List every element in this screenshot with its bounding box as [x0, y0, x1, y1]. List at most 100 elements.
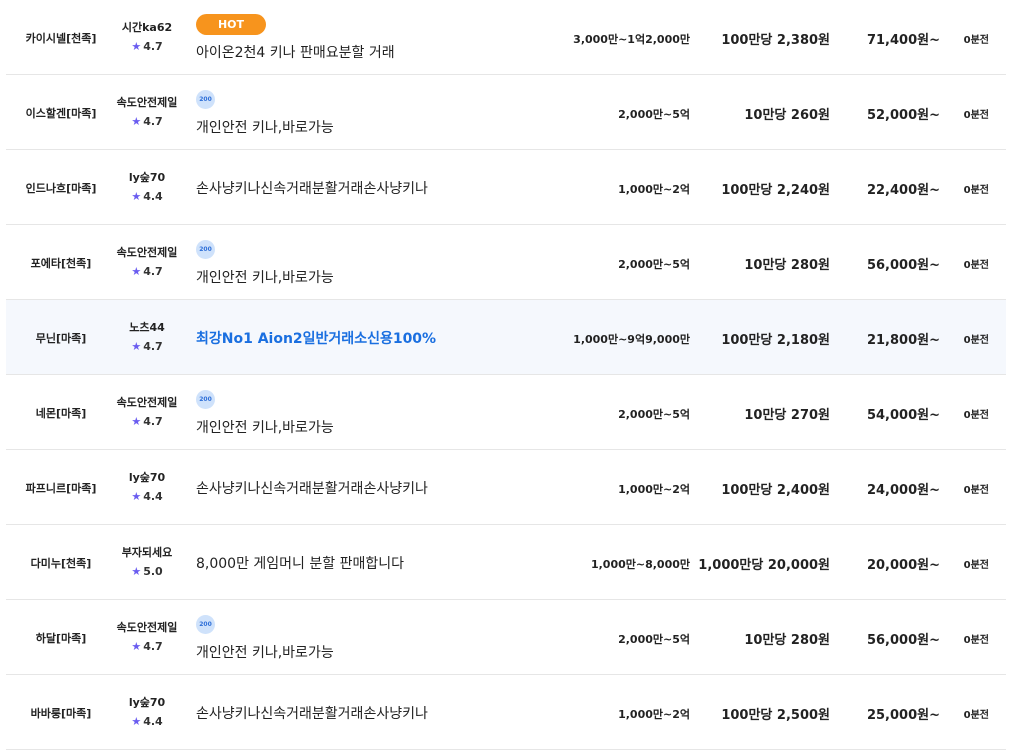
listing-row[interactable]: 바바룽[마족] ly숲70 ★ 4.4 손사냥키나신속거래분활거래손사냥키나 1,… — [6, 675, 1006, 750]
posted-time: 0분전 — [963, 560, 989, 571]
min-price: 52,000원~ — [866, 108, 940, 123]
seller-rating: ★ 4.4 — [104, 190, 190, 203]
min-price: 54,000원~ — [866, 408, 940, 423]
seller-name[interactable]: 부자되세요 — [104, 544, 190, 560]
server-name: 포에타[천족] — [30, 257, 92, 270]
rating-value: 4.4 — [143, 490, 163, 503]
seller-info[interactable]: 속도안전제일 ★ 4.7 — [104, 619, 190, 653]
unit-price: 100만당 2,240원 — [721, 183, 830, 198]
listing-title[interactable]: 최강No1 Aion2일반거래소신용100% — [196, 328, 436, 348]
min-price: 21,800원~ — [866, 333, 940, 348]
listing-row[interactable]: 파프니르[마족] ly숲70 ★ 4.4 손사냥키나신속거래분활거래손사냥키나 1… — [6, 450, 1006, 525]
rating-value: 4.4 — [143, 190, 163, 203]
star-icon: ★ — [131, 115, 142, 128]
posted-time: 0분전 — [963, 485, 989, 496]
server-name: 다미누[천족] — [30, 557, 92, 570]
seller-rating: ★ 4.7 — [104, 340, 190, 353]
seller-info[interactable]: 속도안전제일 ★ 4.7 — [104, 94, 190, 128]
trade-range: 3,000만~1억2,000만 — [573, 33, 690, 46]
listing-row[interactable]: 카이시넬[천족] 시간ka62 ★ 4.7 HOT 아이온2천4 키나 판매요분할… — [6, 0, 1006, 75]
listing-title[interactable]: 아이온2천4 키나 판매요분할 거래 — [196, 42, 395, 62]
server-name: 바바룽[마족] — [30, 707, 92, 720]
seller-info[interactable]: ly숲70 ★ 4.4 — [104, 694, 190, 728]
posted-time: 0분전 — [963, 635, 989, 646]
rating-value: 4.7 — [143, 340, 163, 353]
seller-name[interactable]: 속도안전제일 — [104, 394, 190, 410]
seller-info[interactable]: ly숲70 ★ 4.4 — [104, 469, 190, 503]
star-icon: ★ — [131, 265, 142, 278]
trade-range: 1,000만~2억 — [618, 708, 690, 721]
seller-name[interactable]: ly숲70 — [104, 169, 190, 185]
unit-price: 10만당 280원 — [744, 633, 830, 648]
hot-badge: HOT — [196, 14, 266, 35]
listing-row[interactable]: 인드나흐[마족] ly숲70 ★ 4.4 손사냥키나신속거래분활거래손사냥키나 1… — [6, 150, 1006, 225]
posted-time: 0분전 — [963, 710, 989, 721]
listing-row[interactable]: 하달[마족] 속도안전제일 ★ 4.7 200 개인안전 키나,바로가능 2,00… — [6, 600, 1006, 675]
trade-range: 1,000만~8,000만 — [590, 558, 690, 571]
star-icon: ★ — [131, 40, 142, 53]
star-icon: ★ — [131, 715, 142, 728]
listing-title[interactable]: 손사냥키나신속거래분활거래손사냥키나 — [196, 178, 428, 198]
trade-range: 2,000만~5억 — [618, 258, 690, 271]
seller-info[interactable]: 부자되세요 ★ 5.0 — [104, 544, 190, 578]
seller-name[interactable]: ly숲70 — [104, 469, 190, 485]
seller-rating: ★ 4.7 — [104, 40, 190, 53]
trade-range: 2,000만~5억 — [618, 108, 690, 121]
star-icon: ★ — [131, 340, 142, 353]
min-price: 56,000원~ — [866, 633, 940, 648]
rating-value: 4.4 — [143, 715, 163, 728]
seller-rating: ★ 4.7 — [104, 115, 190, 128]
min-price: 25,000원~ — [866, 708, 940, 723]
seller-rating: ★ 4.7 — [104, 640, 190, 653]
server-name: 하달[마족] — [35, 632, 87, 645]
rating-value: 4.7 — [143, 640, 163, 653]
server-name: 파프니르[마족] — [25, 482, 97, 495]
seller-info[interactable]: ly숲70 ★ 4.4 — [104, 169, 190, 203]
listing-title[interactable]: 개인안전 키나,바로가능 — [196, 117, 334, 137]
posted-time: 0분전 — [963, 260, 989, 271]
posted-time: 0분전 — [963, 185, 989, 196]
trade-range: 2,000만~5억 — [618, 633, 690, 646]
seller-info[interactable]: 속도안전제일 ★ 4.7 — [104, 244, 190, 278]
seller-info[interactable]: 노츠44 ★ 4.7 — [104, 319, 190, 353]
server-name: 네몬[마족] — [35, 407, 87, 420]
star-icon: ★ — [131, 565, 142, 578]
star-icon: ★ — [131, 415, 142, 428]
rating-value: 4.7 — [143, 265, 163, 278]
unit-price: 100만당 2,500원 — [721, 708, 830, 723]
listing-title[interactable]: 손사냥키나신속거래분활거래손사냥키나 — [196, 478, 428, 498]
trade-range: 2,000만~5억 — [618, 408, 690, 421]
listing-row[interactable]: 포에타[천족] 속도안전제일 ★ 4.7 200 개인안전 키나,바로가능 2,0… — [6, 225, 1006, 300]
seller-name[interactable]: 속도안전제일 — [104, 619, 190, 635]
listing-row[interactable]: 무닌[마족] 노츠44 ★ 4.7 최강No1 Aion2일반거래소신용100% … — [6, 300, 1006, 375]
star-icon: ★ — [131, 190, 142, 203]
rating-value: 4.7 — [143, 415, 163, 428]
trade-range: 1,000만~2억 — [618, 183, 690, 196]
listing-title[interactable]: 손사냥키나신속거래분활거래손사냥키나 — [196, 703, 428, 723]
seller-info[interactable]: 속도안전제일 ★ 4.7 — [104, 394, 190, 428]
seller-rating: ★ 4.4 — [104, 715, 190, 728]
server-name: 인드나흐[마족] — [25, 182, 97, 195]
min-price: 71,400원~ — [866, 33, 940, 48]
trade-range: 1,000만~9억9,000만 — [573, 333, 690, 346]
seller-rating: ★ 5.0 — [104, 565, 190, 578]
listing-title[interactable]: 8,000만 게임머니 분할 판매합니다 — [196, 553, 404, 573]
listing-row[interactable]: 다미누[천족] 부자되세요 ★ 5.0 8,000만 게임머니 분할 판매합니다 … — [6, 525, 1006, 600]
star-icon: ★ — [131, 490, 142, 503]
trade-listing: 카이시넬[천족] 시간ka62 ★ 4.7 HOT 아이온2천4 키나 판매요분할… — [6, 0, 1006, 750]
seller-name[interactable]: 속도안전제일 — [104, 244, 190, 260]
listing-title[interactable]: 개인안전 키나,바로가능 — [196, 267, 334, 287]
listing-row[interactable]: 네몬[마족] 속도안전제일 ★ 4.7 200 개인안전 키나,바로가능 2,00… — [6, 375, 1006, 450]
seller-name[interactable]: ly숲70 — [104, 694, 190, 710]
listing-title[interactable]: 개인안전 키나,바로가능 — [196, 642, 334, 662]
listing-title[interactable]: 개인안전 키나,바로가능 — [196, 417, 334, 437]
seller-info[interactable]: 시간ka62 ★ 4.7 — [104, 19, 190, 53]
rating-value: 5.0 — [143, 565, 163, 578]
seller-name[interactable]: 시간ka62 — [104, 19, 190, 35]
seller-rating: ★ 4.4 — [104, 490, 190, 503]
seller-name[interactable]: 속도안전제일 — [104, 94, 190, 110]
star-icon: ★ — [131, 640, 142, 653]
listing-row[interactable]: 이스할겐[마족] 속도안전제일 ★ 4.7 200 개인안전 키나,바로가능 2,… — [6, 75, 1006, 150]
power-seller-badge-icon: 200 — [196, 615, 215, 634]
seller-name[interactable]: 노츠44 — [104, 319, 190, 335]
